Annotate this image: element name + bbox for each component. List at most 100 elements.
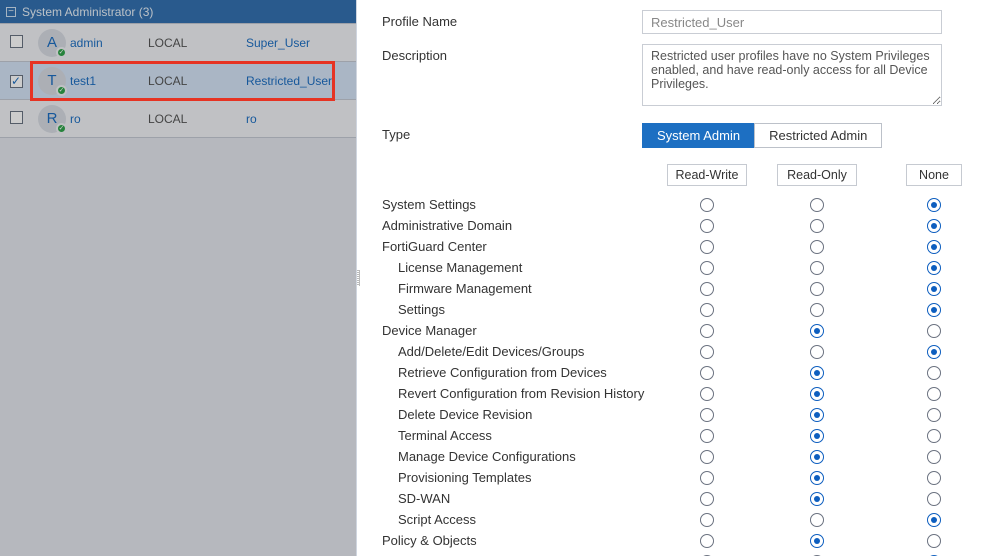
profile-cell[interactable]: Super_User xyxy=(238,24,356,62)
profile-name-input[interactable] xyxy=(642,10,942,34)
radio-rw[interactable] xyxy=(700,429,714,443)
radio-none[interactable] xyxy=(927,198,941,212)
radio-ro[interactable] xyxy=(810,429,824,443)
radio-rw[interactable] xyxy=(700,534,714,548)
username-link[interactable]: test1 xyxy=(70,74,96,88)
radio-rw[interactable] xyxy=(700,261,714,275)
privilege-row: Manage Device Configurations xyxy=(382,446,987,467)
radio-rw[interactable] xyxy=(700,366,714,380)
table-row[interactable]: AadminLOCALSuper_User xyxy=(0,24,356,62)
username-link[interactable]: ro xyxy=(70,112,81,126)
radio-ro[interactable] xyxy=(810,240,824,254)
radio-ro[interactable] xyxy=(810,408,824,422)
radio-none[interactable] xyxy=(927,492,941,506)
privilege-label: Add/Delete/Edit Devices/Groups xyxy=(382,344,652,359)
table-row[interactable]: RroLOCALro xyxy=(0,100,356,138)
column-read-only-button[interactable]: Read-Only xyxy=(777,164,857,186)
radio-ro[interactable] xyxy=(810,387,824,401)
radio-ro[interactable] xyxy=(810,513,824,527)
collapse-icon[interactable]: − xyxy=(6,7,16,17)
row-checkbox[interactable] xyxy=(10,35,23,48)
type-label: Type xyxy=(382,123,642,148)
radio-ro[interactable] xyxy=(810,492,824,506)
radio-rw[interactable] xyxy=(700,387,714,401)
privilege-row: System Settings xyxy=(382,194,987,215)
left-panel: − System Administrator (3) AadminLOCALSu… xyxy=(0,0,357,556)
type-restricted-admin-button[interactable]: Restricted Admin xyxy=(754,123,882,148)
radio-rw[interactable] xyxy=(700,345,714,359)
radio-rw[interactable] xyxy=(700,303,714,317)
privilege-label: Script Access xyxy=(382,512,652,527)
radio-rw[interactable] xyxy=(700,513,714,527)
description-textarea[interactable] xyxy=(642,44,942,106)
radio-ro[interactable] xyxy=(810,261,824,275)
radio-ro[interactable] xyxy=(810,282,824,296)
profile-name-label: Profile Name xyxy=(382,10,642,34)
radio-none[interactable] xyxy=(927,513,941,527)
type-system-admin-button[interactable]: System Admin xyxy=(642,123,754,148)
radio-ro[interactable] xyxy=(810,366,824,380)
status-online-icon xyxy=(56,123,67,134)
radio-none[interactable] xyxy=(927,282,941,296)
profile-cell[interactable]: ro xyxy=(238,100,356,138)
privilege-label: Delete Device Revision xyxy=(382,407,652,422)
radio-none[interactable] xyxy=(927,345,941,359)
privilege-label: SD-WAN xyxy=(382,491,652,506)
privilege-row: Delete Device Revision xyxy=(382,404,987,425)
radio-ro[interactable] xyxy=(810,534,824,548)
radio-none[interactable] xyxy=(927,324,941,338)
radio-none[interactable] xyxy=(927,429,941,443)
radio-none[interactable] xyxy=(927,240,941,254)
radio-rw[interactable] xyxy=(700,324,714,338)
auth-cell: LOCAL xyxy=(142,62,238,100)
radio-none[interactable] xyxy=(927,471,941,485)
avatar: T xyxy=(38,67,66,95)
radio-rw[interactable] xyxy=(700,450,714,464)
privilege-row: Firmware Management xyxy=(382,278,987,299)
privilege-label: Settings xyxy=(382,302,652,317)
radio-rw[interactable] xyxy=(700,198,714,212)
resize-handle-icon[interactable] xyxy=(357,270,360,286)
admin-group-header[interactable]: − System Administrator (3) xyxy=(0,0,356,23)
privilege-row: Terminal Access xyxy=(382,425,987,446)
radio-none[interactable] xyxy=(927,534,941,548)
row-checkbox[interactable] xyxy=(10,111,23,124)
radio-ro[interactable] xyxy=(810,345,824,359)
radio-none[interactable] xyxy=(927,450,941,464)
right-panel: Profile Name Description Type System Adm… xyxy=(357,0,999,556)
table-row[interactable]: Ttest1 LOCALRestricted_User xyxy=(0,62,356,100)
radio-ro[interactable] xyxy=(810,450,824,464)
radio-none[interactable] xyxy=(927,387,941,401)
column-read-write-button[interactable]: Read-Write xyxy=(667,164,747,186)
radio-none[interactable] xyxy=(927,261,941,275)
radio-ro[interactable] xyxy=(810,219,824,233)
radio-rw[interactable] xyxy=(700,408,714,422)
privilege-row: SD-WAN xyxy=(382,488,987,509)
privilege-row: Revert Configuration from Revision Histo… xyxy=(382,383,987,404)
radio-none[interactable] xyxy=(927,408,941,422)
row-checkbox[interactable] xyxy=(10,75,23,88)
column-none-button[interactable]: None xyxy=(906,164,962,186)
privilege-label: Firmware Management xyxy=(382,281,652,296)
radio-none[interactable] xyxy=(927,366,941,380)
radio-rw[interactable] xyxy=(700,282,714,296)
radio-rw[interactable] xyxy=(700,492,714,506)
auth-cell: LOCAL xyxy=(142,24,238,62)
radio-rw[interactable] xyxy=(700,240,714,254)
privilege-label: Retrieve Configuration from Devices xyxy=(382,365,652,380)
radio-ro[interactable] xyxy=(810,324,824,338)
radio-rw[interactable] xyxy=(700,219,714,233)
privilege-header-row: Read-Write Read-Only None xyxy=(382,164,987,186)
radio-ro[interactable] xyxy=(810,303,824,317)
privilege-label: Administrative Domain xyxy=(382,218,652,233)
radio-ro[interactable] xyxy=(810,198,824,212)
privilege-row: Retrieve Configuration from Devices xyxy=(382,362,987,383)
profile-cell[interactable]: Restricted_User xyxy=(238,62,356,100)
privilege-label: Provisioning Templates xyxy=(382,470,652,485)
username-link[interactable]: admin xyxy=(70,36,103,50)
radio-none[interactable] xyxy=(927,303,941,317)
radio-rw[interactable] xyxy=(700,471,714,485)
radio-ro[interactable] xyxy=(810,471,824,485)
radio-none[interactable] xyxy=(927,219,941,233)
privilege-row: Policy & Objects xyxy=(382,530,987,551)
